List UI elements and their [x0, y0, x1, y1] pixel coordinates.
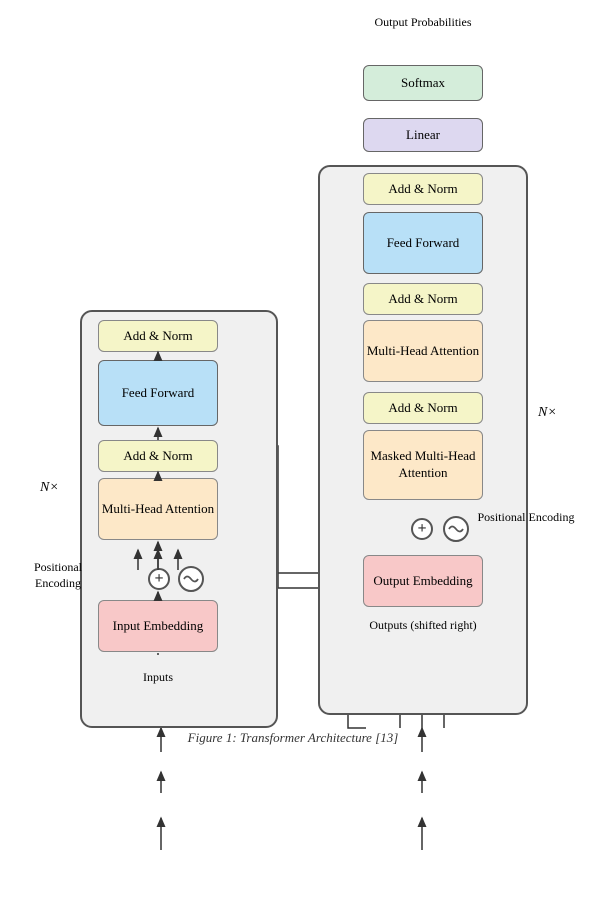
decoder-embedding: Output Embedding	[363, 555, 483, 607]
decoder-outputs-label: Outputs (shifted right)	[358, 618, 488, 634]
encoder-add-norm-top: Add & Norm	[98, 320, 218, 352]
decoder-add-norm-bottom: Add & Norm	[363, 392, 483, 424]
decoder-add-norm-top: Add & Norm	[363, 173, 483, 205]
decoder-wave-icon	[443, 516, 469, 542]
diagram-container: Output Probabilities Softmax Linear N× A…	[18, 10, 578, 870]
encoder-feed-forward: Feed Forward	[98, 360, 218, 426]
decoder-feed-forward: Feed Forward	[363, 212, 483, 274]
softmax-block: Softmax	[363, 65, 483, 101]
output-probabilities-label: Output Probabilities	[358, 15, 488, 31]
figure-caption: Figure 1: Transformer Architecture [13]	[118, 730, 468, 746]
linear-block: Linear	[363, 118, 483, 152]
encoder-plus-icon: +	[148, 568, 170, 590]
encoder-wave-icon	[178, 566, 204, 592]
decoder-plus-icon: +	[411, 518, 433, 540]
encoder-add-norm-bottom: Add & Norm	[98, 440, 218, 472]
decoder-positional-label: Positional Encoding	[476, 510, 576, 526]
decoder-multi-head: Multi-Head Attention	[363, 320, 483, 382]
encoder-nx-label: N×	[40, 480, 59, 496]
decoder-nx-label: N×	[538, 405, 557, 421]
encoder-embedding: Input Embedding	[98, 600, 218, 652]
encoder-positional-label: Positional Encoding	[18, 560, 98, 591]
decoder-masked: Masked Multi-Head Attention	[363, 430, 483, 500]
encoder-inputs-label: Inputs	[118, 670, 198, 686]
decoder-add-norm-mid: Add & Norm	[363, 283, 483, 315]
encoder-multi-head: Multi-Head Attention	[98, 478, 218, 540]
